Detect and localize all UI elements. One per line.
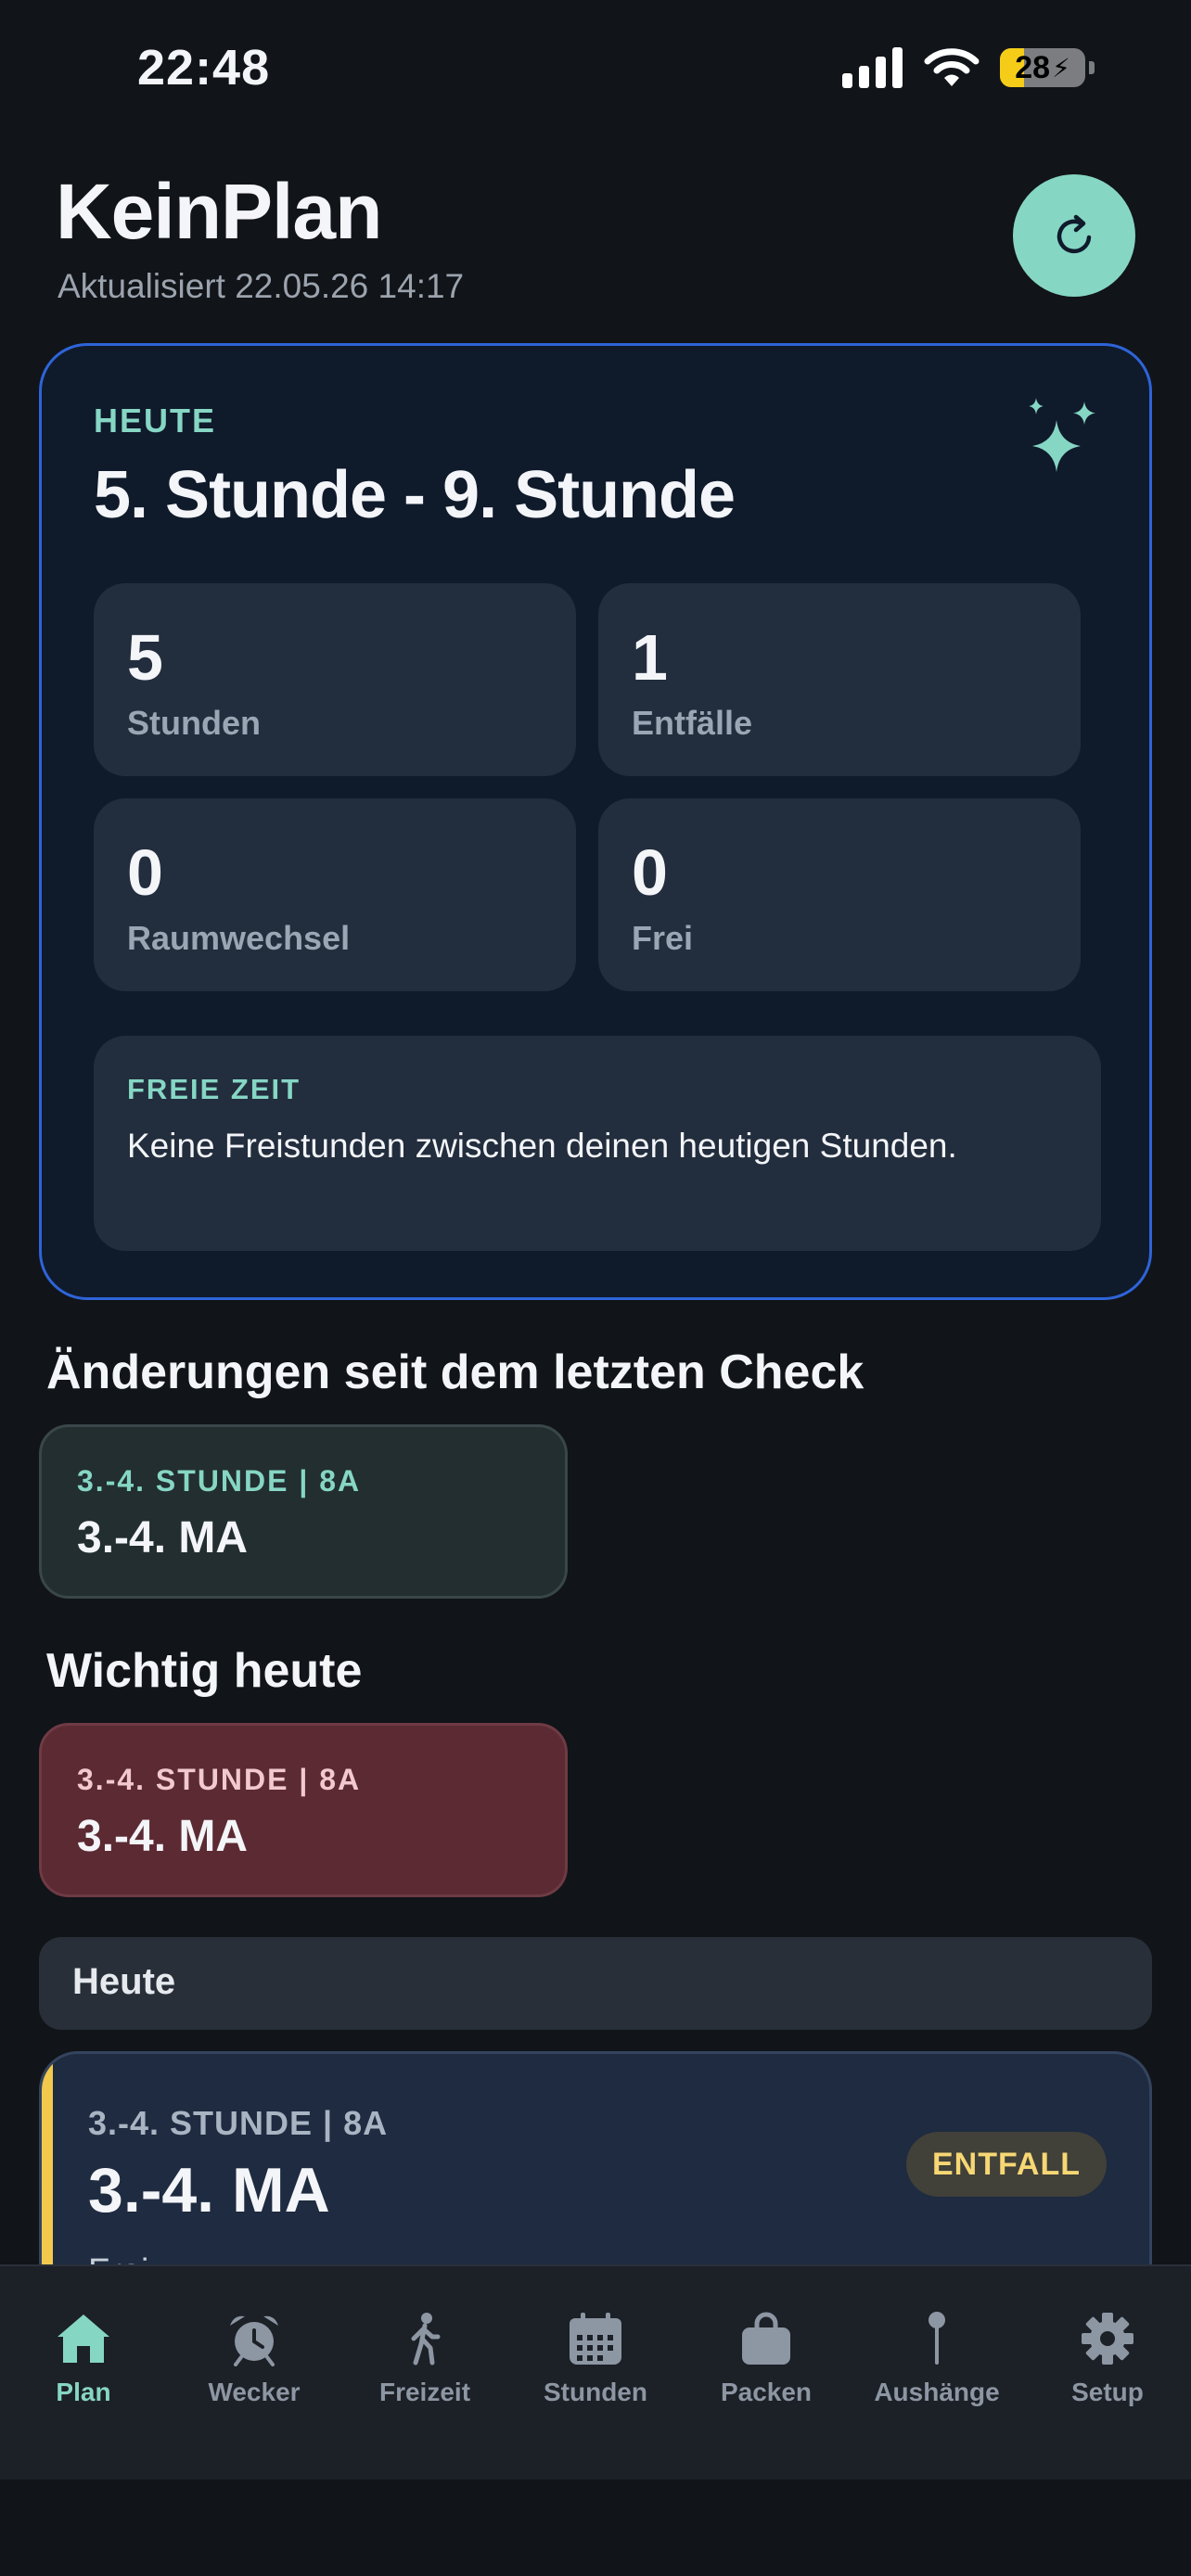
- alarm-clock-icon: [230, 2315, 278, 2366]
- sparkles-icon: [1029, 398, 1095, 472]
- gear-icon: [1082, 2313, 1133, 2365]
- important-card-meta: 3.-4. STUNDE | 8A: [77, 1763, 362, 1796]
- stat-label: Frei: [632, 919, 694, 957]
- important-section-title: Wichtig heute: [46, 1644, 363, 1698]
- stat-card-entfaelle: 1 Entfälle: [598, 583, 1081, 776]
- walking-icon: [411, 2313, 441, 2366]
- pin-icon: [928, 2312, 945, 2365]
- tab-packen[interactable]: Packen: [692, 2311, 840, 2407]
- app-screen: 22:48 28 ⚡ KeinPlan Aktualisiert 22.05.26…: [0, 0, 1191, 2576]
- tab-label: Setup: [1071, 2378, 1144, 2406]
- change-card-title: 3.-4. MA: [77, 1513, 249, 1562]
- lesson-status-badge: ENTFALL: [906, 2132, 1107, 2197]
- free-time-text: Keine Freistunden zwischen deinen heutig…: [127, 1127, 957, 1165]
- calendar-icon: [570, 2313, 621, 2365]
- tab-label: Freizeit: [378, 2378, 471, 2406]
- important-card-title: 3.-4. MA: [77, 1812, 249, 1861]
- tab-label: Plan: [56, 2378, 111, 2406]
- bag-icon: [742, 2312, 790, 2365]
- today-time-range: 5. Stunde - 9. Stunde: [94, 458, 736, 532]
- stat-label: Raumwechsel: [127, 919, 351, 957]
- today-list-header-label: Heute: [72, 1961, 176, 2002]
- status-time: 22:48: [137, 40, 271, 96]
- tab-label: Aushänge: [874, 2378, 1000, 2406]
- stat-card-stunden: 5 Stunden: [94, 583, 576, 776]
- charging-bolt-icon: ⚡: [1052, 53, 1070, 83]
- last-updated-text: Aktualisiert 22.05.26 14:17: [58, 267, 465, 305]
- stat-label: Stunden: [127, 704, 261, 742]
- today-list-header[interactable]: Heute: [39, 1937, 1152, 2030]
- changes-section-title: Änderungen seit dem letzten Check: [46, 1345, 864, 1399]
- stat-value: 5: [127, 621, 163, 694]
- stat-card-frei: 0 Frei: [598, 798, 1081, 991]
- tab-bar: Plan Wecker Freizeit Stunden Packen Aush…: [0, 2264, 1191, 2480]
- today-summary-card: HEUTE 5. Stunde - 9. Stunde 5 Stunden 1 …: [39, 343, 1152, 1300]
- stat-value: 0: [127, 836, 163, 909]
- tab-setup[interactable]: Setup: [1033, 2311, 1182, 2407]
- tab-wecker[interactable]: Wecker: [180, 2311, 328, 2407]
- tab-label: Packen: [720, 2378, 813, 2406]
- free-time-box: FREIE ZEIT Keine Freistunden zwischen de…: [94, 1036, 1101, 1251]
- tab-label: Wecker: [208, 2378, 301, 2406]
- status-icons: 28 ⚡: [842, 46, 1095, 89]
- tab-plan[interactable]: Plan: [9, 2311, 158, 2407]
- change-card-meta: 3.-4. STUNDE | 8A: [77, 1464, 362, 1498]
- signal-icon: [842, 47, 903, 88]
- tab-stunden[interactable]: Stunden: [521, 2311, 670, 2407]
- stat-label: Entfälle: [632, 704, 753, 742]
- refresh-button[interactable]: [1013, 174, 1135, 297]
- change-card[interactable]: 3.-4. STUNDE | 8A 3.-4. MA: [39, 1424, 568, 1599]
- stat-value: 1: [632, 621, 668, 694]
- important-card[interactable]: 3.-4. STUNDE | 8A 3.-4. MA: [39, 1723, 568, 1897]
- stat-value: 0: [632, 836, 668, 909]
- tab-freizeit[interactable]: Freizeit: [351, 2311, 499, 2407]
- tab-aushaenge[interactable]: Aushänge: [863, 2311, 1011, 2407]
- today-label: HEUTE: [94, 402, 217, 440]
- stat-card-raumwechsel: 0 Raumwechsel: [94, 798, 576, 991]
- lesson-title: 3.-4. MA: [88, 2155, 330, 2225]
- battery-cap: [1089, 61, 1095, 74]
- app-title: KeinPlan: [56, 168, 382, 255]
- wifi-icon: [924, 48, 980, 86]
- battery-indicator: 28 ⚡: [1000, 48, 1085, 87]
- lesson-meta: 3.-4. STUNDE | 8A: [88, 2104, 389, 2142]
- tab-label: Stunden: [544, 2378, 647, 2406]
- home-icon: [58, 2315, 109, 2363]
- battery-level-text: 28 ⚡: [1015, 49, 1070, 85]
- free-time-label: FREIE ZEIT: [127, 1073, 301, 1105]
- refresh-icon: [1057, 214, 1092, 254]
